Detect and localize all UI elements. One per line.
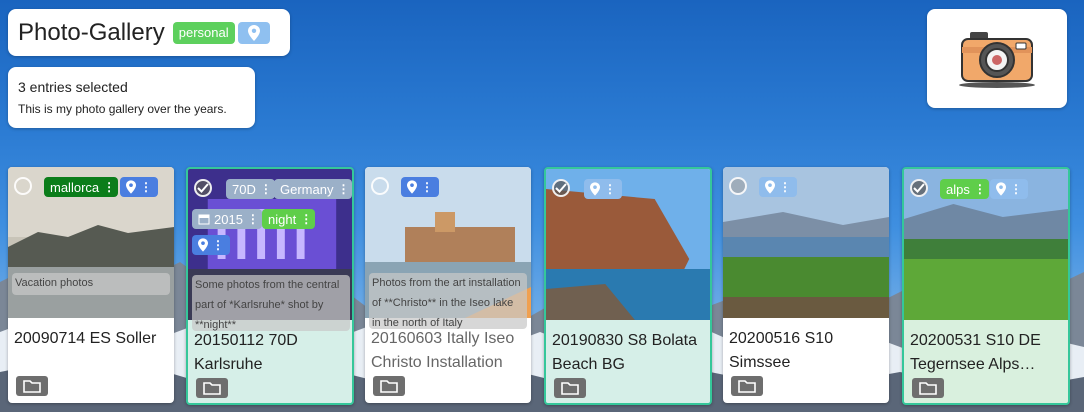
more-icon[interactable]: ⋮ [779,180,791,194]
map-pin-icon [126,180,136,194]
more-icon[interactable]: ⋮ [103,180,115,194]
map-pin-icon [996,182,1006,196]
tag-personal[interactable]: personal [172,21,235,44]
location-tag[interactable]: ⋮ [192,235,230,255]
gallery-card-2[interactable]: 70D ⋮ Germany ⋮ 2015 ⋮ night ⋮ ⋮ Some photos… [186,167,354,405]
select-checkbox[interactable] [910,179,928,197]
gallery-card-5[interactable]: ⋮ 20200516 S10 Simssee [723,167,889,403]
selection-info-panel: 3 entries selected This is my photo gall… [8,67,255,128]
folder-icon[interactable] [912,378,944,398]
map-pin-icon [407,180,417,194]
map-pin-icon [198,238,208,252]
card-description: Photos from the art installation of **Ch… [369,273,527,329]
tag-label: mallorca [50,179,100,195]
card-title[interactable]: 20160603 Itally Iseo Christo Installatio… [371,327,526,375]
card-photo[interactable] [723,167,889,318]
map-pin-icon[interactable] [237,21,270,44]
more-icon[interactable]: ⋮ [300,212,312,226]
card-title[interactable]: 20200531 S10 DE Tegernsee Alps… [910,329,1065,377]
card-title[interactable]: 20200516 S10 Simssee [729,327,884,375]
more-icon[interactable]: ⋮ [337,182,349,196]
select-checkbox[interactable] [552,179,570,197]
folder-icon[interactable] [373,376,405,396]
more-icon[interactable]: ⋮ [1010,182,1022,196]
folder-icon[interactable] [731,376,763,396]
card-description: Vacation photos [12,273,170,295]
more-icon[interactable]: ⋮ [140,180,152,194]
folder-icon[interactable] [196,378,228,398]
tag-label: night [268,211,297,227]
gallery-description: This is my photo gallery over the years. [18,102,227,116]
tag-label: alps [946,181,970,197]
select-checkbox[interactable] [729,177,747,195]
select-checkbox[interactable] [194,179,212,197]
folder-icon[interactable] [16,376,48,396]
gallery-card-3[interactable]: ⋮ Photos from the art installation of **… [365,167,531,403]
card-description: Some photos from the central part of *Ka… [192,275,350,331]
card-title[interactable]: 20090714 ES Soller [14,327,169,351]
card-photo[interactable] [546,169,710,320]
gallery-card-1[interactable]: mallorca ⋮ ⋮ Vacation photos 20090714 ES … [8,167,174,403]
location-tag[interactable]: ⋮ [990,179,1028,199]
selection-count: 3 entries selected [18,79,128,95]
location-tag[interactable]: ⋮ [759,177,797,197]
more-icon[interactable]: ⋮ [260,182,272,196]
more-icon[interactable]: ⋮ [974,182,986,196]
card-title[interactable]: 20150112 70D Karlsruhe [194,329,349,377]
select-checkbox[interactable] [14,177,32,195]
tag-label: Germany [280,181,334,197]
gallery-card-4[interactable]: ⋮ 20190830 S8 Bolata Beach BG [544,167,712,405]
folder-icon[interactable] [554,378,586,398]
tag-label: 70D [232,181,256,197]
location-tag[interactable]: ⋮ [584,179,622,199]
tag-2015[interactable]: 2015 ⋮ [192,209,262,229]
tag-germany[interactable]: Germany ⋮ [274,179,352,199]
tag-alps[interactable]: alps ⋮ [940,179,989,199]
camera-icon [959,31,1035,88]
tag-label: 2015 [214,211,243,227]
gallery-title-panel: Photo-Gallery personal [8,9,290,56]
gallery-card-6[interactable]: alps ⋮ ⋮ 20200531 S10 DE Tegernsee Alps… [902,167,1070,405]
map-pin-icon [765,180,775,194]
tag-mallorca[interactable]: mallorca ⋮ [44,177,119,197]
gallery-logo [927,9,1067,108]
select-checkbox[interactable] [371,177,389,195]
more-icon[interactable]: ⋮ [212,238,224,252]
calendar-icon [198,214,210,225]
more-icon[interactable]: ⋮ [247,212,259,226]
tag-night[interactable]: night ⋮ [262,209,316,229]
location-tag[interactable]: ⋮ [120,177,158,197]
more-icon[interactable]: ⋮ [604,182,616,196]
more-icon[interactable]: ⋮ [421,180,433,194]
card-title[interactable]: 20190830 S8 Bolata Beach BG [552,329,707,377]
tag-70d[interactable]: 70D ⋮ [226,179,275,199]
map-pin-icon [590,182,600,196]
page-title: Photo-Gallery [18,18,165,46]
location-tag[interactable]: ⋮ [401,177,439,197]
